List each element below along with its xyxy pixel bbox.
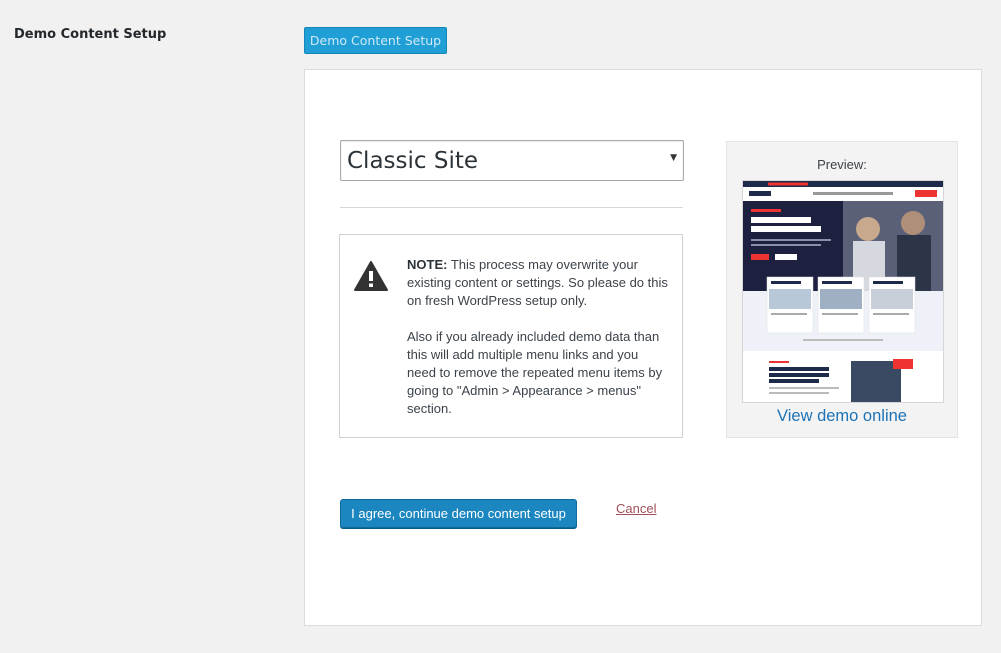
cancel-link[interactable]: Cancel (616, 501, 656, 516)
note-body-2: Also if you already included demo data t… (407, 329, 663, 416)
demo-content-setup-button[interactable]: Demo Content Setup (304, 27, 447, 54)
agree-continue-button[interactable]: I agree, continue demo content setup (340, 499, 577, 528)
note-title: NOTE: (407, 257, 448, 272)
preview-label: Preview: (817, 157, 867, 172)
warning-triangle-icon (354, 261, 388, 291)
note-body: This process may overwrite your existing… (407, 257, 668, 308)
view-demo-online-link[interactable]: View demo online (727, 407, 957, 426)
demo-select-value: Classic Site (347, 148, 479, 174)
chevron-down-icon: ▼ (670, 153, 677, 163)
note-text: NOTE: This process may overwrite your ex… (407, 256, 669, 436)
setting-label: Demo Content Setup (14, 27, 167, 42)
divider (340, 207, 683, 208)
preview-box: Preview: View demo online (726, 141, 958, 438)
preview-thumbnail (742, 180, 944, 403)
demo-select[interactable]: Classic Site ▼ (340, 140, 684, 181)
note-box: NOTE: This process may overwrite your ex… (339, 234, 683, 438)
